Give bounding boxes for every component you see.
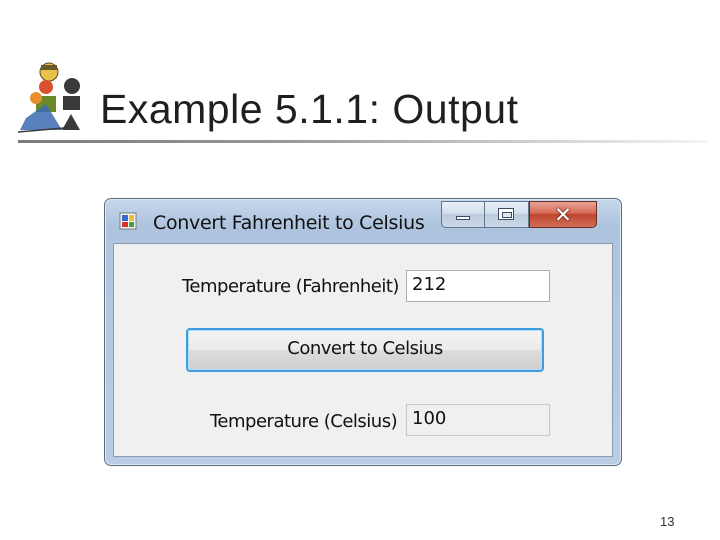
window-title: Convert Fahrenheit to Celsius xyxy=(153,212,425,234)
page-number: 13 xyxy=(660,514,675,529)
window-client-area: Temperature (Fahrenheit) 212 Convert to … xyxy=(113,243,613,457)
title-divider xyxy=(18,140,708,143)
window-titlebar[interactable]: Convert Fahrenheit to Celsius ✕ xyxy=(105,199,621,243)
close-button[interactable]: ✕ xyxy=(529,201,597,228)
fahrenheit-input[interactable]: 212 xyxy=(406,270,550,302)
convert-to-celsius-button[interactable]: Convert to Celsius xyxy=(186,328,544,372)
fahrenheit-label: Temperature (Fahrenheit) xyxy=(182,276,399,297)
minimize-icon xyxy=(456,216,470,220)
celsius-output: 100 xyxy=(406,404,550,436)
app-icon[interactable] xyxy=(119,212,137,230)
slide-logo xyxy=(17,62,80,133)
slide-title: Example 5.1.1: Output xyxy=(100,86,519,132)
maximize-button[interactable] xyxy=(485,201,529,228)
celsius-label: Temperature (Celsius) xyxy=(210,411,398,432)
maximize-icon xyxy=(498,208,514,220)
close-icon: ✕ xyxy=(554,203,572,227)
minimize-button[interactable] xyxy=(441,201,485,228)
app-window: Convert Fahrenheit to Celsius ✕ Temperat… xyxy=(104,198,622,466)
